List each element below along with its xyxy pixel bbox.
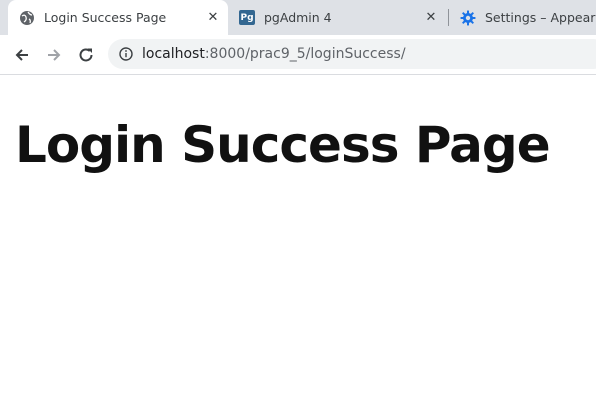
tab-settings[interactable]: Settings – Appearance	[449, 0, 596, 35]
arrow-right-icon	[48, 49, 61, 61]
forward-button[interactable]	[40, 41, 68, 69]
browser-toolbar: localhost:8000/prac9_5/loginSuccess/	[0, 35, 596, 75]
back-button[interactable]	[8, 41, 36, 69]
tab-title: Login Success Page	[44, 10, 167, 25]
globe-icon	[19, 10, 35, 26]
pgadmin-badge: Pg	[239, 10, 255, 25]
arrow-left-icon	[15, 49, 28, 61]
tab-title: pgAdmin 4	[264, 10, 332, 25]
tab-title: Settings – Appearance	[485, 10, 596, 25]
tab-login-success[interactable]: Login Success Page ✕	[8, 0, 228, 35]
close-icon[interactable]: ✕	[423, 10, 439, 26]
reload-icon	[79, 48, 93, 62]
address-bar[interactable]: localhost:8000/prac9_5/loginSuccess/	[108, 39, 596, 69]
reload-button[interactable]	[72, 41, 100, 69]
close-icon[interactable]: ✕	[205, 10, 221, 26]
url-path: :8000/prac9_5/loginSuccess/	[204, 46, 406, 62]
tab-strip: Login Success Page ✕ Pg pgAdmin 4 ✕ Sett…	[0, 0, 596, 35]
gear-icon	[460, 10, 476, 26]
page-content: Login Success Page	[0, 76, 596, 404]
info-icon[interactable]	[118, 46, 134, 62]
tab-pgadmin[interactable]: Pg pgAdmin 4 ✕	[228, 0, 446, 35]
pgadmin-icon: Pg	[239, 10, 255, 26]
url-host: localhost	[142, 46, 205, 62]
page-title: Login Success Page	[15, 116, 551, 174]
